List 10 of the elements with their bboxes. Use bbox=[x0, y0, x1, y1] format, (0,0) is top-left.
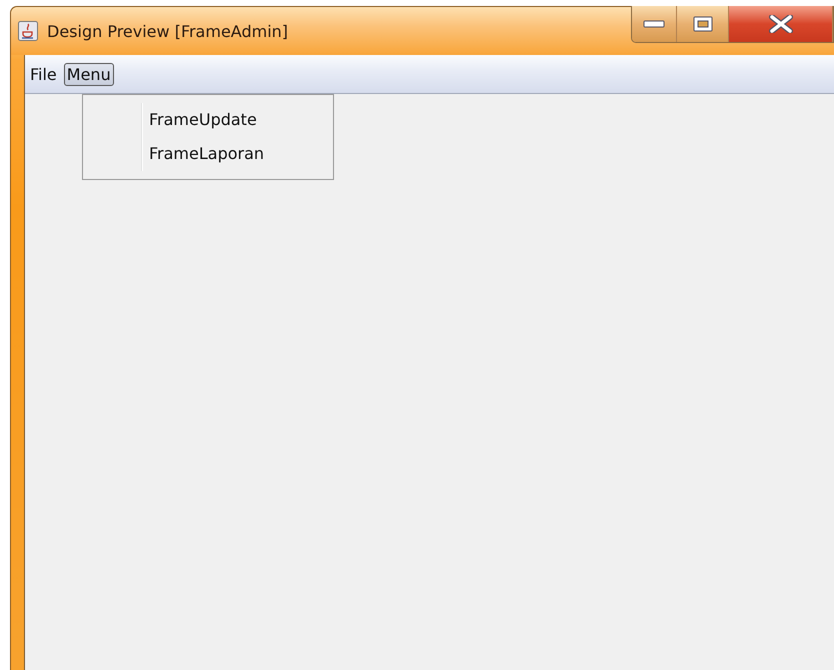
java-cup-icon bbox=[18, 21, 38, 41]
minimize-button[interactable] bbox=[632, 6, 677, 42]
close-button[interactable] bbox=[729, 6, 833, 42]
maximize-icon bbox=[692, 16, 712, 32]
maximize-button[interactable] bbox=[677, 6, 729, 42]
menu-item[interactable]: Menu bbox=[64, 62, 114, 86]
minimize-icon bbox=[643, 20, 665, 28]
window-title: Design Preview [FrameAdmin] bbox=[47, 22, 288, 40]
menu-item[interactable]: File bbox=[27, 62, 60, 86]
close-icon bbox=[768, 15, 792, 33]
